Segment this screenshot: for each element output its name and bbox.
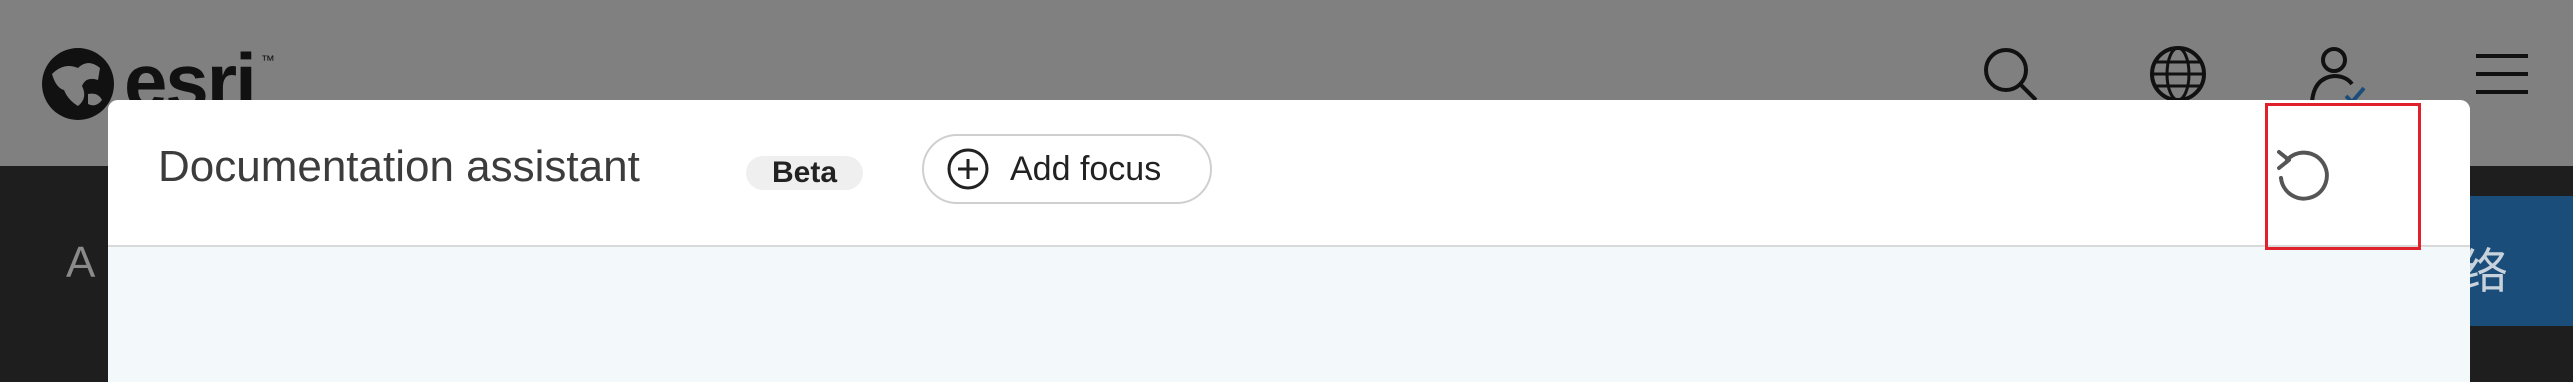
subnav-label: A — [66, 238, 96, 287]
globe-logo-icon — [42, 48, 114, 120]
add-focus-button[interactable]: Add focus — [922, 134, 1212, 204]
search-icon[interactable] — [1978, 42, 2042, 106]
dialog-body — [108, 247, 2470, 382]
dialog-header: Documentation assistant Beta Add focus — [108, 100, 2470, 247]
reset-button-highlight — [2265, 103, 2421, 250]
plus-circle-icon — [947, 148, 989, 190]
menu-icon[interactable] — [2470, 42, 2534, 106]
dialog-title: Documentation assistant — [158, 142, 640, 191]
add-focus-label: Add focus — [1010, 149, 1162, 188]
user-icon[interactable] — [2306, 42, 2370, 106]
beta-badge: Beta — [746, 156, 864, 190]
globe-icon[interactable] — [2146, 42, 2210, 106]
documentation-assistant-dialog: Documentation assistant Beta Add focus — [108, 100, 2470, 382]
logo-trademark: ™ — [260, 52, 275, 68]
